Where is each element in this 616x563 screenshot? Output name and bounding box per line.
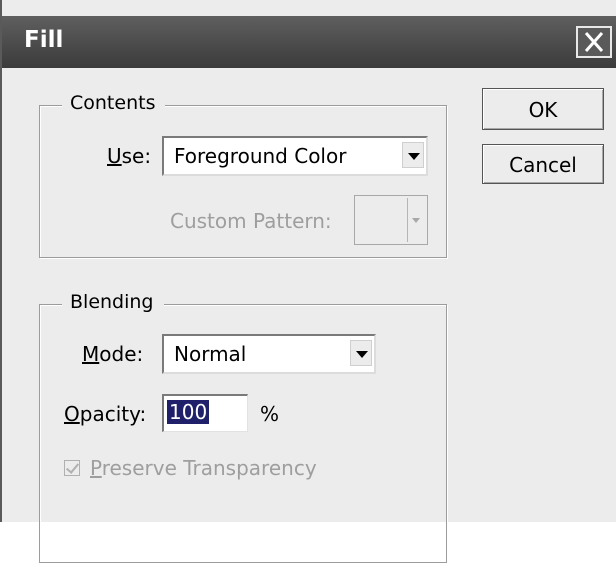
preserve-transparency-label: Preserve Transparency xyxy=(90,456,317,480)
close-button[interactable] xyxy=(576,26,612,58)
mode-select-value: Normal xyxy=(174,342,247,366)
opacity-label: Opacity: xyxy=(64,402,147,426)
opacity-unit: % xyxy=(260,402,280,426)
use-select-value: Foreground Color xyxy=(174,144,347,168)
mode-label: Mode: xyxy=(82,342,144,366)
chevron-down-icon[interactable] xyxy=(350,340,372,366)
use-label: Use: xyxy=(107,144,152,168)
mode-select[interactable]: Normal xyxy=(162,334,376,374)
opacity-input[interactable]: 100 xyxy=(162,394,248,432)
blending-group-label: Blending xyxy=(62,291,164,313)
close-icon xyxy=(584,32,604,52)
pattern-divider xyxy=(407,198,408,242)
use-select[interactable]: Foreground Color xyxy=(162,136,428,176)
window-title: Fill xyxy=(24,27,64,53)
cancel-button-label: Cancel xyxy=(509,153,577,177)
chevron-down-icon xyxy=(412,218,420,223)
cancel-button[interactable]: Cancel xyxy=(482,144,604,184)
ok-button[interactable]: OK xyxy=(482,88,604,130)
chevron-down-icon[interactable] xyxy=(402,142,424,168)
custom-pattern-label: Custom Pattern: xyxy=(170,209,332,233)
contents-group-label: Contents xyxy=(62,92,166,114)
ok-button-label: OK xyxy=(528,98,558,122)
opacity-value: 100 xyxy=(167,400,210,424)
title-bar[interactable]: Fill xyxy=(2,16,616,68)
preserve-transparency-checkbox[interactable] xyxy=(64,460,80,476)
custom-pattern-picker xyxy=(354,195,428,245)
dialog-body: Contents Use: Foreground Color Custom Pa… xyxy=(4,68,616,563)
fill-dialog: Fill Contents Use: Foreground Color Cust… xyxy=(0,0,616,563)
